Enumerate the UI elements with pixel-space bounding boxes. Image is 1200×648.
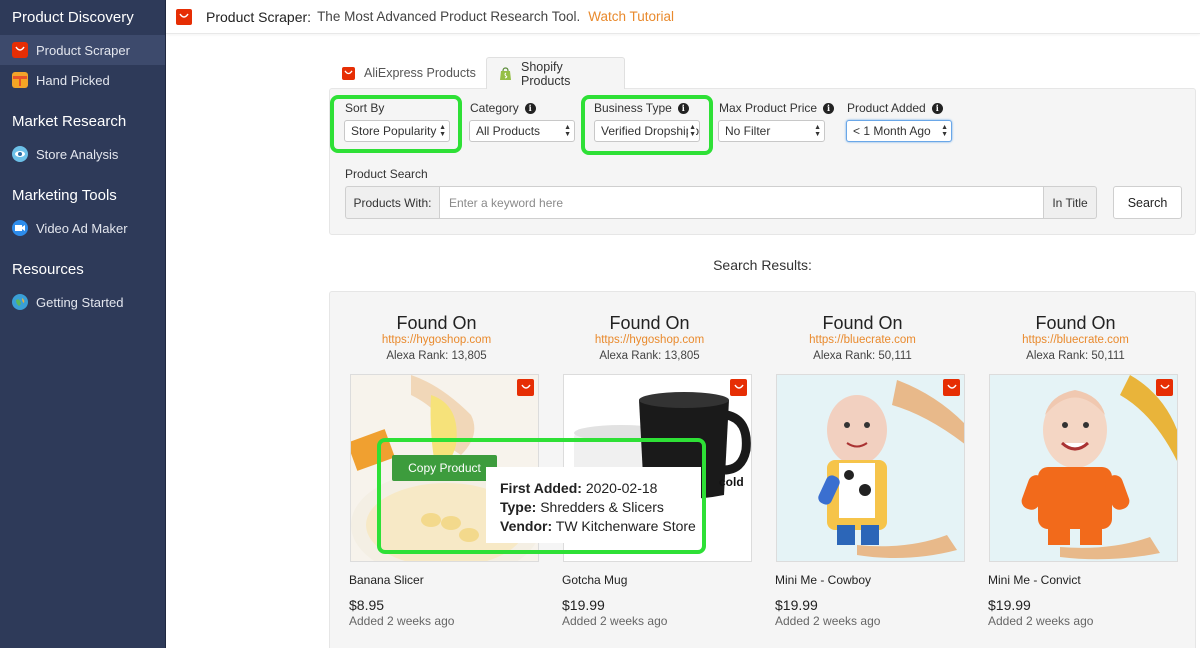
product-added-label: Product Added i — [847, 101, 943, 115]
product-name: Mini Me - Convict — [988, 573, 1081, 587]
tab-aliexpress-products[interactable]: AliExpress Products — [330, 57, 488, 89]
product-added-time: Added 2 weeks ago — [562, 614, 668, 628]
category-label-text: Category — [470, 101, 519, 115]
page-subtitle: The Most Advanced Product Research Tool. — [317, 9, 581, 24]
tab-label: Shopify Products — [521, 59, 571, 88]
sidebar-heading-marketing-tools: Marketing Tools — [12, 187, 117, 204]
max-price-select[interactable]: No Filter ▲ ▼ — [718, 120, 825, 142]
category-label: Category i — [470, 101, 536, 115]
top-bar: Product Scraper: The Most Advanced Produ… — [166, 0, 1200, 34]
business-type-highlight — [581, 95, 713, 155]
found-on-label: Found On — [822, 313, 903, 333]
mug-text: cold — [719, 475, 744, 489]
search-suffix: In Title — [1044, 186, 1097, 219]
info-icon[interactable]: i — [823, 102, 835, 114]
sidebar: Product Discovery Product Scraper Hand P… — [0, 0, 166, 648]
sidebar-item-label: Video Ad Maker — [36, 220, 128, 236]
product-search-label: Product Search — [345, 167, 428, 181]
store-url-link[interactable]: https://hygoshop.com — [330, 334, 543, 346]
sort-by-highlight — [330, 95, 462, 153]
sidebar-item-getting-started[interactable]: Getting Started — [0, 287, 166, 317]
sidebar-item-store-analysis[interactable]: Store Analysis — [0, 139, 166, 169]
page-title: Product Scraper: — [206, 8, 312, 25]
product-added-time: Added 2 weeks ago — [349, 614, 455, 628]
watch-tutorial-link[interactable]: Watch Tutorial — [588, 9, 674, 24]
gift-icon — [12, 72, 28, 88]
video-camera-icon — [12, 220, 28, 236]
product-added-select[interactable]: < 1 Month Ago ▲ ▼ — [846, 120, 952, 142]
sidebar-item-hand-picked[interactable]: Hand Picked — [0, 65, 166, 95]
aliexpress-badge-icon — [730, 379, 747, 396]
select-arrows-icon: ▲ ▼ — [564, 124, 571, 138]
sidebar-divider — [165, 0, 166, 648]
search-prefix: Products With: — [345, 186, 439, 219]
hover-info-highlight — [377, 438, 706, 554]
search-input[interactable] — [439, 186, 1044, 219]
max-price-value: No Filter — [725, 124, 771, 138]
shopify-bag-icon — [499, 66, 512, 80]
aliexpress-icon — [342, 66, 355, 80]
sidebar-item-product-scraper[interactable]: Product Scraper — [0, 35, 166, 65]
max-price-label-text: Max Product Price — [719, 101, 818, 115]
found-on-label: Found On — [1035, 313, 1116, 333]
aliexpress-logo-icon — [176, 8, 192, 25]
alexa-rank: Alexa Rank: 13,805 — [599, 350, 700, 362]
product-price: $19.99 — [562, 597, 605, 613]
product-image[interactable] — [776, 374, 965, 562]
product-price: $19.99 — [775, 597, 818, 613]
product-added-label-text: Product Added — [847, 101, 926, 115]
product-search-label-text: Product Search — [345, 167, 428, 181]
store-url-link[interactable]: https://hygoshop.com — [543, 334, 756, 346]
info-icon[interactable]: i — [524, 102, 536, 114]
alexa-rank: Alexa Rank: 50,111 — [813, 350, 912, 362]
select-arrows-icon: ▲ ▼ — [814, 124, 821, 138]
product-card[interactable]: Found On https://bluecrate.com Alexa Ran… — [969, 292, 1182, 648]
search-button[interactable]: Search — [1113, 186, 1182, 219]
aliexpress-badge-icon — [517, 379, 534, 396]
product-card[interactable]: Found On https://bluecrate.com Alexa Ran… — [756, 292, 969, 648]
sidebar-item-label: Hand Picked — [36, 72, 110, 88]
eye-icon — [12, 146, 28, 162]
sidebar-item-label: Getting Started — [36, 294, 124, 310]
max-price-label: Max Product Price i — [719, 101, 835, 115]
info-icon[interactable]: i — [931, 102, 943, 114]
sidebar-heading-product-discovery: Product Discovery — [12, 9, 134, 26]
select-arrows-icon: ▲ ▼ — [941, 124, 948, 138]
product-name: Gotcha Mug — [562, 573, 628, 587]
alexa-rank: Alexa Rank: 13,805 — [386, 350, 487, 362]
sidebar-item-label: Store Analysis — [36, 146, 119, 162]
product-image[interactable] — [989, 374, 1178, 562]
aliexpress-icon — [12, 42, 28, 58]
sidebar-heading-market-research: Market Research — [12, 113, 127, 130]
search-row: Products With: In Title — [345, 186, 1097, 219]
aliexpress-badge-icon — [943, 379, 960, 396]
store-url-link[interactable]: https://bluecrate.com — [756, 334, 969, 346]
product-name: Mini Me - Cowboy — [775, 573, 872, 587]
found-on-label: Found On — [609, 313, 690, 333]
category-value: All Products — [476, 124, 541, 138]
search-results-label: Search Results: — [713, 257, 812, 273]
sidebar-item-video-ad-maker[interactable]: Video Ad Maker — [0, 213, 166, 243]
globe-icon — [12, 294, 28, 310]
product-price: $8.95 — [349, 597, 385, 613]
sidebar-item-label: Product Scraper — [36, 42, 130, 58]
product-name: Banana Slicer — [349, 573, 424, 587]
category-select[interactable]: All Products ▲ ▼ — [469, 120, 575, 142]
aliexpress-badge-icon — [1156, 379, 1173, 396]
tab-label: AliExpress Products — [364, 66, 476, 80]
found-on-label: Found On — [396, 313, 477, 333]
alexa-rank: Alexa Rank: 50,111 — [1026, 350, 1125, 362]
sidebar-heading-resources: Resources — [12, 261, 84, 278]
store-url-link[interactable]: https://bluecrate.com — [969, 334, 1182, 346]
product-added-value: < 1 Month Ago — [853, 124, 931, 138]
product-added-time: Added 2 weeks ago — [775, 614, 881, 628]
tab-shopify-products[interactable]: Shopify Products — [486, 57, 625, 89]
product-price: $19.99 — [988, 597, 1031, 613]
product-added-time: Added 2 weeks ago — [988, 614, 1094, 628]
